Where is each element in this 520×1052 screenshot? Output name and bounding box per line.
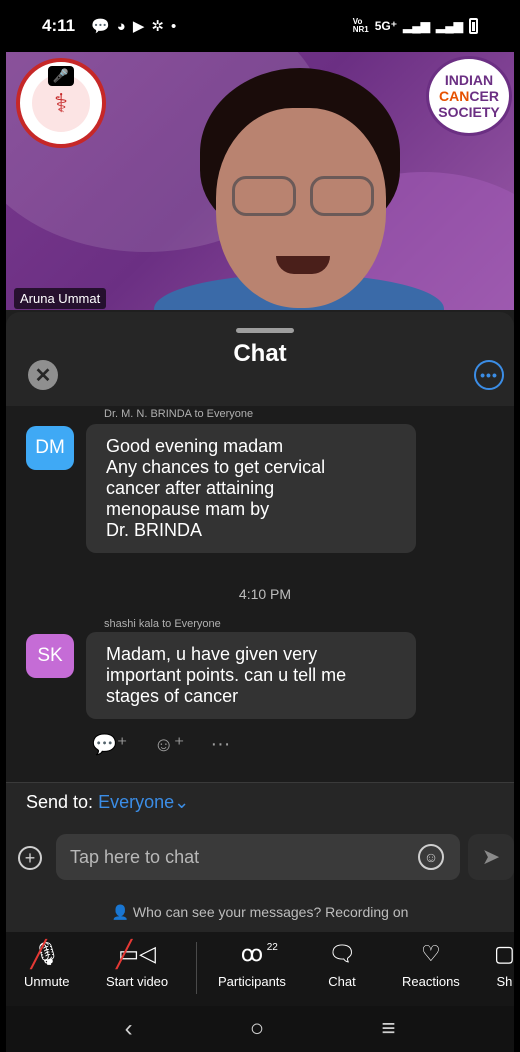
drag-handle[interactable] <box>236 328 294 333</box>
chat-composer: + ☺ ➤ <box>6 832 514 884</box>
add-reaction-icon[interactable]: ☺⁺ <box>153 732 184 757</box>
status-time: 4:11 <box>42 16 76 35</box>
reply-icon[interactable]: 💬⁺ <box>92 732 127 757</box>
meeting-toolbar: 🎙 ╱ Unmute ▭◁ ╱ Start video ꝏ 22 Participan… <box>6 932 514 1006</box>
message-bubble[interactable]: Madam, u have given very important point… <box>86 632 416 719</box>
chat-panel: Chat ✕ ••• Dr. M. N. BRINDA to Everyone … <box>6 312 514 932</box>
chat-button[interactable]: 🗨 Chat <box>328 940 356 989</box>
message-timestamp: 4:10 PM <box>238 586 292 602</box>
zoom-app-screen: 4:11 💬 ◕ ▶ ✲ • Vo NR1 5G⁺ ▂▄▆ ▂▄▆ ⚕ 🎤 IN… <box>6 0 514 1052</box>
participant-count: 22 <box>266 942 278 953</box>
chevron-down-icon: ⌄ <box>174 792 190 812</box>
status-bar: 4:11 💬 ◕ ▶ ✲ • Vo NR1 5G⁺ ▂▄▆ ▂▄▆ <box>6 0 514 52</box>
participants-button[interactable]: ꝏ 22 Participants <box>218 940 286 989</box>
privacy-notice[interactable]: 👤 Who can see your messages? Recording o… <box>6 904 514 921</box>
send-to-value[interactable]: Everyone <box>98 792 174 812</box>
add-attachment-button[interactable]: + <box>18 846 42 870</box>
close-icon: ✕ <box>34 364 52 387</box>
battery-icon <box>469 18 478 34</box>
chat-bubble-icon: 💬 <box>91 18 110 35</box>
android-nav-bar: ‹ ○ ≡ <box>6 1006 514 1052</box>
chat-input[interactable] <box>56 834 460 880</box>
heart-icon: ♡ <box>421 941 441 966</box>
speaker-video[interactable]: ⚕ 🎤 INDIAN CANCER SOCIETY Aruna Ummat <box>6 52 514 310</box>
smiley-icon: ☺ <box>423 849 439 865</box>
avatar: DM <box>26 426 74 470</box>
send-to-selector[interactable]: Send to: Everyone⌄ <box>26 792 189 813</box>
message-actions: 💬⁺ ☺⁺ ··· <box>92 732 230 757</box>
indian-cancer-society-logo: INDIAN CANCER SOCIETY <box>426 56 512 136</box>
share-button[interactable]: ▢ Sh <box>494 940 514 989</box>
volte-label: Vo NR1 <box>352 17 369 34</box>
toolbar-separator <box>196 942 197 994</box>
privacy-text: Who can see your messages? Recording on <box>132 904 409 920</box>
network-type: 5G⁺ <box>374 19 398 33</box>
start-video-button[interactable]: ▭◁ ╱ Start video <box>106 940 168 989</box>
home-icon[interactable]: ○ <box>250 1015 265 1043</box>
message-bubble[interactable]: Good evening madam Any chances to get ce… <box>86 424 416 553</box>
whatsapp-icon: ◕ <box>116 17 126 35</box>
message-sender: shashi kala to Everyone <box>104 618 221 630</box>
plus-icon: + <box>24 847 36 868</box>
participants-icon: ꝏ 22 <box>241 940 278 968</box>
share-icon: ▢ <box>494 941 514 966</box>
speaker-name-tag: Aruna Ummat <box>14 288 107 309</box>
send-icon: ➤ <box>481 844 501 869</box>
more-icon: ••• <box>480 367 498 383</box>
signal-icon: ▂▄▆ <box>403 19 431 33</box>
dot-icon: • <box>170 17 177 35</box>
status-right: Vo NR1 5G⁺ ▂▄▆ ▂▄▆ <box>353 18 478 34</box>
close-chat-button[interactable]: ✕ <box>28 360 58 390</box>
message-sender: Dr. M. N. BRINDA to Everyone <box>104 408 254 420</box>
mic-off-icon: 🎙 ╱ <box>30 939 61 969</box>
avatar: SK <box>26 634 74 678</box>
speaker-image <box>154 68 444 310</box>
mic-off-icon: 🎤 <box>48 66 74 86</box>
video-camera-icon: ▶ <box>132 18 145 35</box>
more-options-button[interactable]: ••• <box>474 360 504 390</box>
unmute-button[interactable]: 🎙 ╱ Unmute <box>24 940 70 989</box>
emoji-button[interactable]: ☺ <box>418 844 444 870</box>
recents-icon[interactable]: ≡ <box>381 1015 395 1043</box>
more-actions-icon[interactable]: ··· <box>210 733 230 756</box>
divider <box>6 782 514 783</box>
send-button[interactable]: ➤ <box>468 834 514 880</box>
back-icon[interactable]: ‹ <box>125 1015 133 1043</box>
video-off-icon: ▭◁ ╱ <box>116 939 156 969</box>
chat-icon: 🗨 <box>328 941 356 966</box>
reactions-button[interactable]: ♡ Reactions <box>402 940 460 989</box>
signal-icon-2: ▂▄▆ <box>436 19 463 33</box>
message-list[interactable]: Dr. M. N. BRINDA to Everyone DM Good eve… <box>6 406 514 782</box>
settings-icon: ✲ <box>151 18 164 35</box>
chat-title: Chat <box>233 340 287 367</box>
send-to-label: Send to: <box>26 792 94 812</box>
person-info-icon: 👤 <box>111 904 130 920</box>
